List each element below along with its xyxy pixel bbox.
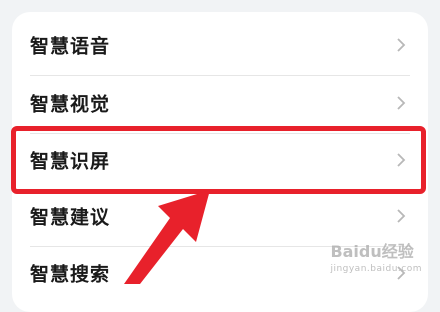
chevron-right-icon [397,38,406,52]
menu-item-smart-vision[interactable]: 智慧视觉 [12,74,428,132]
menu-item-label: 智慧视觉 [30,93,111,116]
menu-item-label: 智慧搜索 [30,263,111,286]
chevron-right-icon [397,96,406,110]
menu-item-label: 智慧建议 [30,206,111,229]
chevron-right-icon [397,209,406,223]
chevron-right-icon [397,153,406,167]
watermark-brand: Baidu经验 [330,242,414,261]
menu-item-smart-screen-recognition[interactable]: 智慧识屏 [12,131,428,189]
menu-item-label: 智慧识屏 [30,150,111,173]
menu-item-smart-voice[interactable]: 智慧语音 [12,16,428,74]
menu-item-smart-suggestions[interactable]: 智慧建议 [12,187,428,245]
menu-item-label: 智慧语音 [30,35,111,58]
watermark: Baidu经验 jingyan.baidu.com [330,238,422,274]
pointer-arrow-icon [124,190,210,284]
watermark-url: jingyan.baidu.com [330,264,422,274]
